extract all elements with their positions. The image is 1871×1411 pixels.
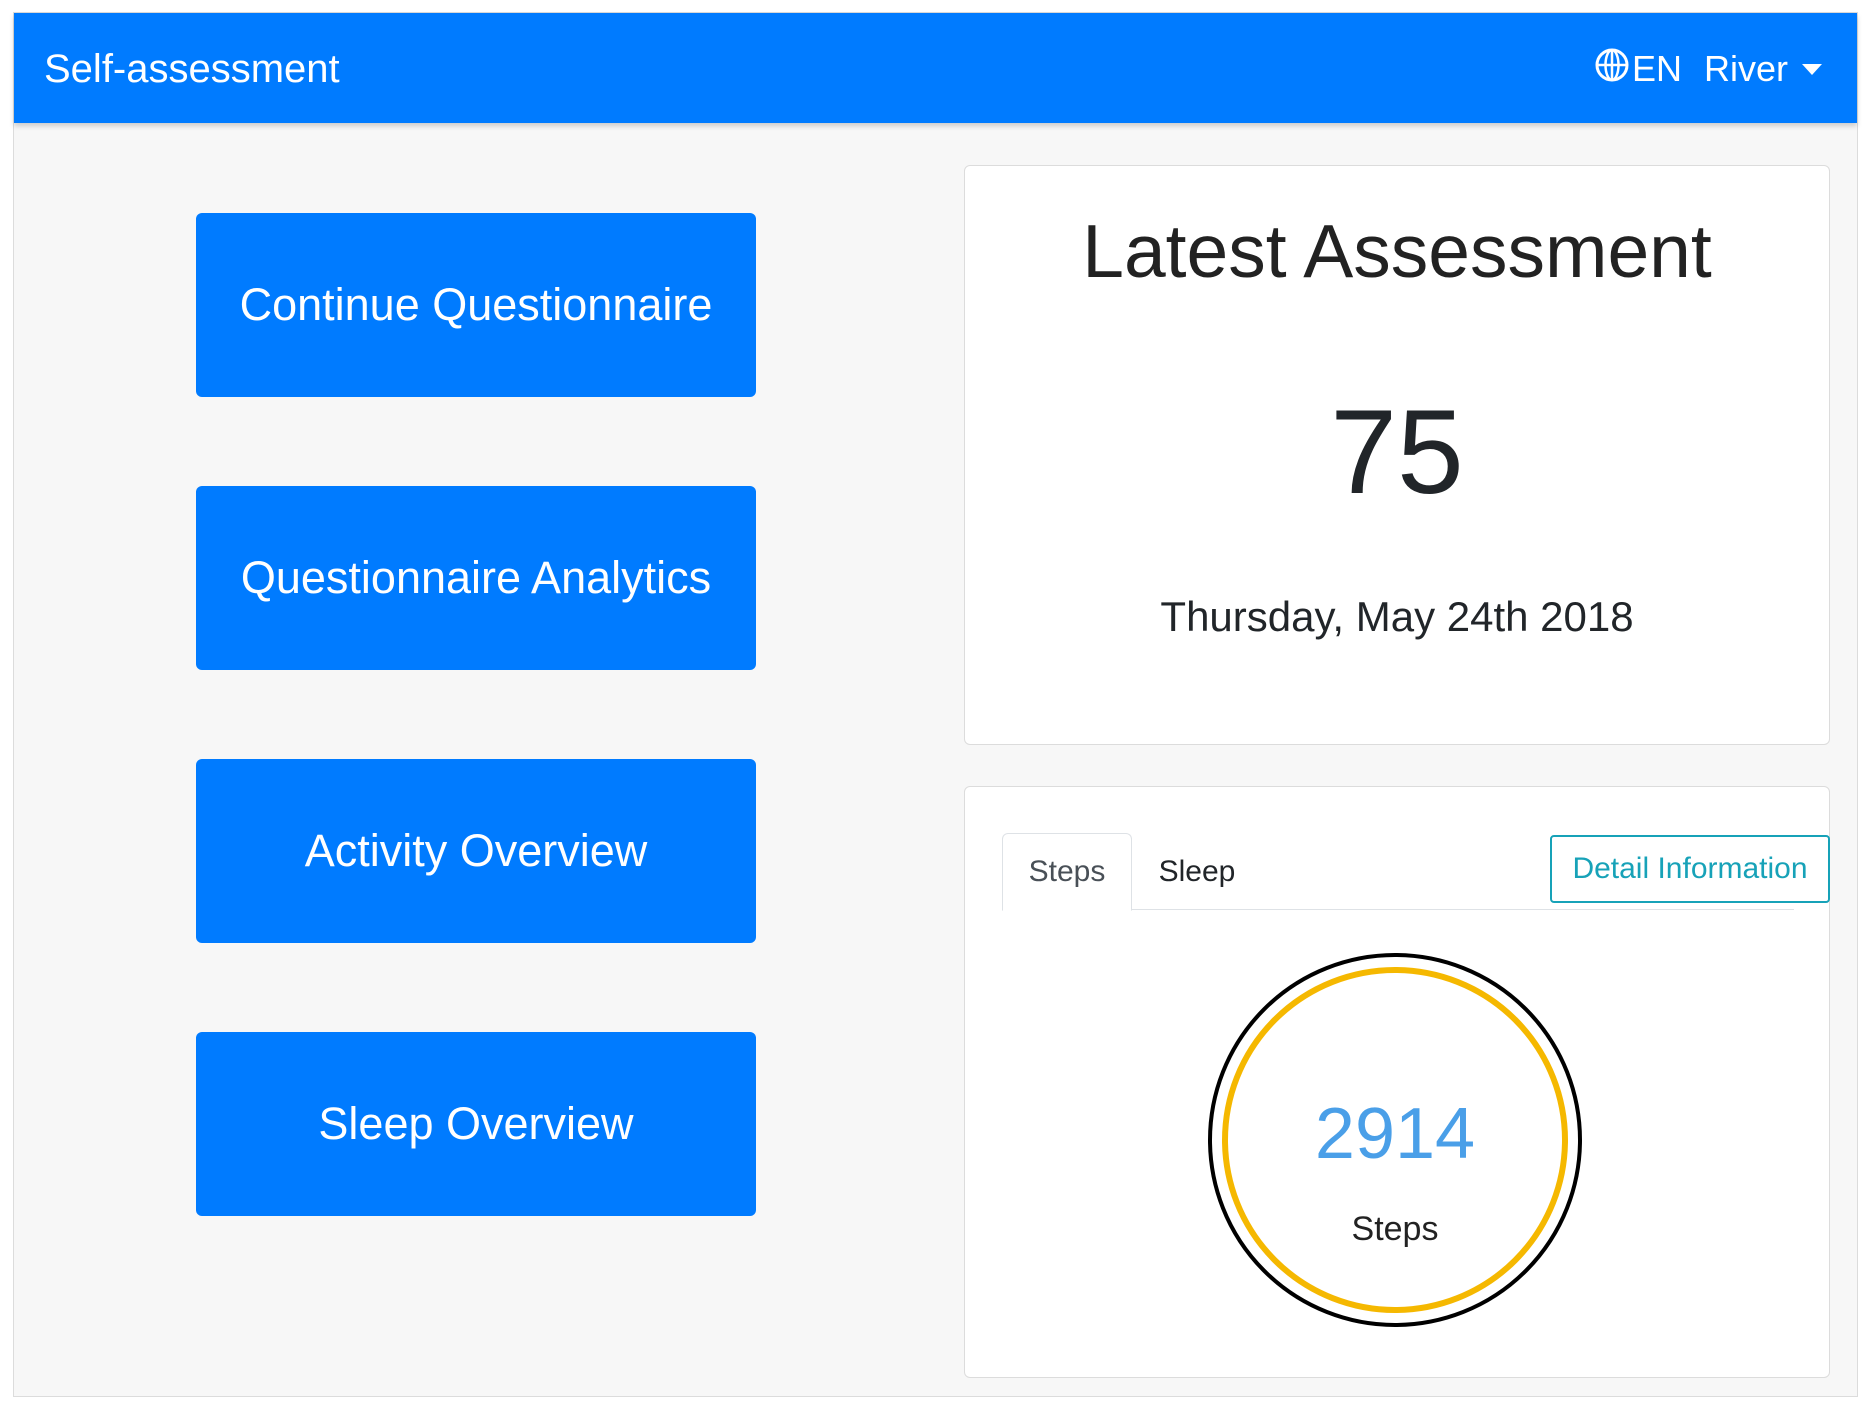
user-menu[interactable]: River	[1704, 48, 1823, 89]
language-label: EN	[1632, 48, 1683, 89]
steps-value: 2914	[1314, 1094, 1476, 1174]
assessment-title: Latest Assessment	[1082, 209, 1712, 293]
activity-tabs: Steps Sleep Detail Information	[1002, 833, 1830, 911]
user-name: River	[1704, 48, 1789, 89]
continue-questionnaire-button[interactable]: Continue Questionnaire	[196, 213, 756, 397]
top-navbar: Self-assessment EN River	[14, 13, 1857, 123]
assessment-date: Thursday, May 24th 2018	[1160, 593, 1634, 640]
sleep-overview-button[interactable]: Sleep Overview	[196, 1032, 756, 1216]
steps-gauge: 2914 Steps	[1205, 950, 1585, 1330]
language-selector[interactable]: EN	[1594, 47, 1683, 92]
app-window: Self-assessment EN River Continue Questi…	[13, 12, 1858, 1397]
chevron-down-icon	[1802, 63, 1823, 75]
activity-overview-button[interactable]: Activity Overview	[196, 759, 756, 943]
tab-sleep[interactable]: Sleep	[1132, 833, 1262, 910]
detail-information-button[interactable]: Detail Information	[1550, 835, 1830, 903]
questionnaire-analytics-button[interactable]: Questionnaire Analytics	[196, 486, 756, 670]
globe-icon	[1594, 47, 1632, 92]
assessment-score: 75	[1330, 385, 1464, 519]
steps-label: Steps	[1351, 1210, 1439, 1248]
brand-title[interactable]: Self-assessment	[44, 49, 340, 89]
activity-card: Steps Sleep Detail Information 2914 Step…	[964, 786, 1830, 1378]
latest-assessment-card: Latest Assessment 75 Thursday, May 24th …	[964, 165, 1830, 745]
tab-steps[interactable]: Steps	[1002, 833, 1132, 911]
